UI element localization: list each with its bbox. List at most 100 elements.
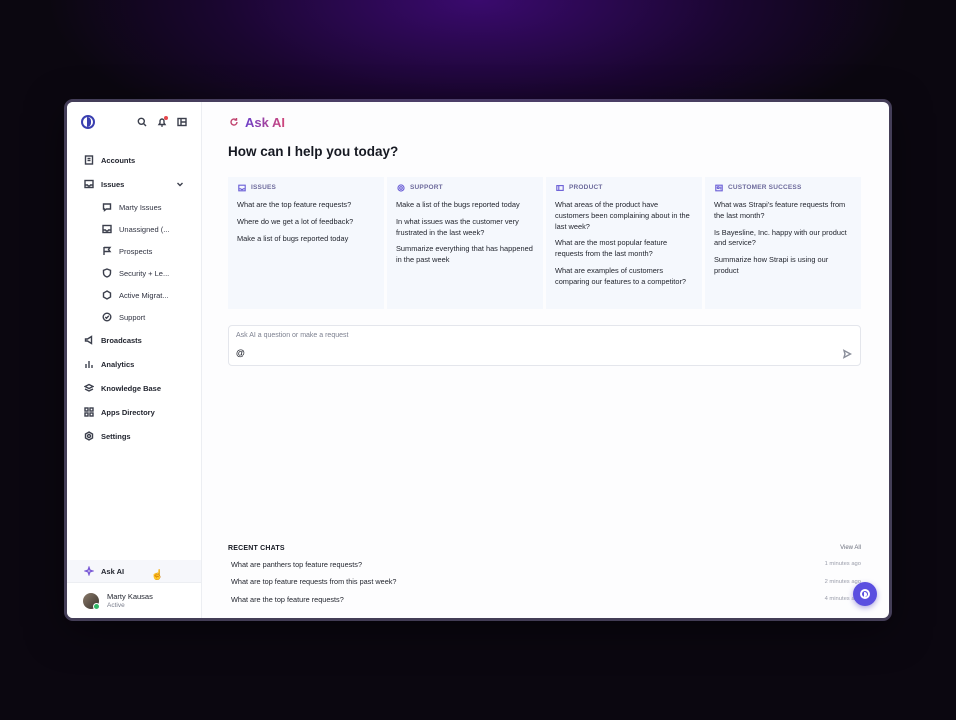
chevron-down-icon[interactable] — [174, 179, 185, 190]
inbox-icon — [101, 224, 112, 235]
sidebar: Accounts Issues Marty Issues Unassigned … — [67, 102, 202, 618]
inbox-icon — [237, 183, 246, 192]
chat-launcher-icon — [860, 589, 870, 599]
sidebar-item-label: Issues — [101, 179, 125, 189]
suggestion-card-customer-success: CUSTOMER SUCCESS What was Strapi's featu… — [705, 177, 861, 309]
page-title: Ask AI — [245, 114, 285, 130]
suggestion-question[interactable]: Where do we get a lot of feedback? — [237, 217, 375, 228]
sidebar-subitem-label: Active Migrat... — [119, 290, 169, 300]
book-icon — [83, 383, 94, 394]
sidebar-subitem-label: Marty Issues — [119, 202, 162, 212]
send-icon[interactable] — [841, 348, 852, 359]
card-header: PRODUCT — [569, 184, 603, 191]
suggestion-question[interactable]: In what issues was the customer very fru… — [396, 217, 534, 239]
recent-chats-title: RECENT CHATS — [228, 544, 285, 552]
sidebar-subitem-label: Security + Le... — [119, 268, 170, 278]
users-icon — [714, 183, 723, 192]
suggestion-question[interactable]: What was Strapi's feature requests from … — [714, 200, 852, 222]
sidebar-subitem-marty-issues[interactable]: Marty Issues — [67, 196, 201, 218]
notification-dot — [164, 115, 168, 120]
chat-question: What are panthers top feature requests? — [231, 559, 363, 569]
user-name: Marty Kausas — [107, 592, 153, 601]
user-status: Active — [107, 602, 125, 609]
sidebar-subitem-active-migrations[interactable]: Active Migrat... — [67, 284, 201, 306]
gear-icon — [83, 431, 94, 442]
suggestion-question[interactable]: Make a list of bugs reported today — [237, 234, 375, 245]
sparkle-icon — [83, 566, 94, 577]
recent-chat-row[interactable]: What are panthers top feature requests? … — [228, 556, 861, 574]
sidebar-item-issues[interactable]: Issues — [67, 172, 201, 196]
suggestion-card-product: PRODUCT What areas of the product have c… — [546, 177, 702, 309]
sidebar-item-settings[interactable]: Settings — [67, 424, 201, 448]
chat-icon — [101, 202, 112, 213]
suggestion-card-issues: ISSUES What are the top feature requests… — [228, 177, 384, 309]
lifebuoy-icon — [396, 183, 405, 192]
user-profile[interactable]: Marty Kausas Active — [67, 582, 201, 618]
product-icon — [555, 183, 564, 192]
sidebar-item-knowledge-base[interactable]: Knowledge Base — [67, 376, 201, 400]
mouse-cursor-icon: ☝ — [151, 570, 164, 581]
sidebar-item-broadcasts[interactable]: Broadcasts — [67, 328, 201, 352]
chat-timestamp: 1 minutes ago — [824, 561, 861, 568]
sidebar-subitem-label: Prospects — [119, 246, 153, 256]
card-header: ISSUES — [251, 184, 277, 191]
suggestion-question[interactable]: What are the top feature requests? — [237, 200, 375, 211]
chat-question: What are the top feature requests? — [231, 594, 344, 604]
layout-icon[interactable] — [176, 117, 187, 128]
sidebar-item-label: Accounts — [101, 155, 136, 165]
suggestion-question[interactable]: Summarize how Strapi is using our produc… — [714, 255, 852, 277]
accounts-icon — [83, 155, 94, 166]
flag-icon — [101, 246, 112, 257]
sidebar-item-accounts[interactable]: Accounts — [67, 148, 201, 172]
prompt-heading: How can I help you today? — [228, 144, 399, 159]
main-panel: Ask AI How can I help you today? ISSUES … — [202, 102, 889, 618]
suggestion-question[interactable]: Is Bayesline, Inc. happy with our produc… — [714, 228, 852, 250]
sidebar-item-apps-directory[interactable]: Apps Directory — [67, 400, 201, 424]
issues-icon — [83, 179, 94, 190]
ask-ai-icon — [228, 117, 239, 128]
sidebar-subitem-unassigned[interactable]: Unassigned (... — [67, 218, 201, 240]
logo-icon[interactable] — [81, 115, 95, 129]
sidebar-item-label: Settings — [101, 431, 131, 441]
suggestion-question[interactable]: What areas of the product have customers… — [555, 200, 693, 232]
sidebar-item-label: Broadcasts — [101, 335, 142, 345]
input-placeholder: Ask AI a question or make a request — [236, 332, 349, 339]
bar-chart-icon — [83, 359, 94, 370]
bell-icon[interactable] — [156, 115, 168, 128]
chat-launcher-button[interactable] — [853, 582, 877, 606]
ask-ai-input[interactable]: Ask AI a question or make a request @ — [228, 325, 861, 366]
recent-chat-row[interactable]: What are the top feature requests? 4 min… — [228, 591, 861, 609]
view-all-link[interactable]: View All — [840, 545, 861, 551]
suggestion-question[interactable]: What are the most popular feature reques… — [555, 238, 693, 260]
input-value[interactable]: @ — [236, 348, 245, 358]
suggestion-question[interactable]: Make a list of the bugs reported today — [396, 200, 534, 211]
shield-icon — [101, 268, 112, 279]
sidebar-subitem-security[interactable]: Security + Le... — [67, 262, 201, 284]
search-icon[interactable] — [136, 117, 147, 128]
card-header: CUSTOMER SUCCESS — [728, 184, 802, 191]
sidebar-header — [67, 102, 201, 142]
megaphone-icon — [83, 335, 94, 346]
suggestion-question[interactable]: Summarize everything that has happened i… — [396, 244, 534, 266]
suggestion-card-support: SUPPORT Make a list of the bugs reported… — [387, 177, 543, 309]
sidebar-item-analytics[interactable]: Analytics — [67, 352, 201, 376]
suggestion-question[interactable]: What are examples of customers comparing… — [555, 266, 693, 288]
sidebar-subitem-prospects[interactable]: Prospects — [67, 240, 201, 262]
sidebar-subitem-support[interactable]: Support — [67, 306, 201, 328]
sidebar-subitem-label: Unassigned (... — [119, 224, 170, 234]
card-header: SUPPORT — [410, 184, 443, 191]
recent-chat-row[interactable]: What are top feature requests from this … — [228, 573, 861, 591]
chat-timestamp: 2 minutes ago — [824, 578, 861, 585]
check-circle-icon — [101, 312, 112, 323]
sidebar-item-label: Analytics — [101, 359, 135, 369]
suggestion-cards: ISSUES What are the top feature requests… — [228, 177, 861, 309]
recent-chats: RECENT CHATS View All What are panthers … — [228, 545, 861, 609]
sidebar-subitem-label: Support — [119, 312, 146, 322]
hexagon-icon — [101, 290, 112, 301]
avatar — [83, 592, 100, 610]
app-window: Accounts Issues Marty Issues Unassigned … — [67, 102, 889, 618]
sidebar-item-label: Apps Directory — [101, 407, 155, 417]
sidebar-item-label: Ask AI — [101, 566, 125, 576]
sidebar-nav: Accounts Issues Marty Issues Unassigned … — [67, 142, 201, 448]
sidebar-item-ask-ai[interactable]: Ask AI — [67, 560, 201, 582]
